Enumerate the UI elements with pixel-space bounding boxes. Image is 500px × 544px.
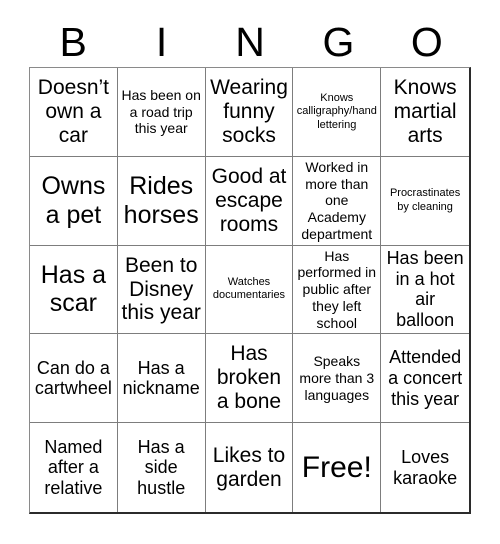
bingo-header-letter-n: N (235, 19, 265, 65)
bingo-cell-label: Can do a cartwheel (34, 357, 112, 399)
bingo-cell[interactable]: Can do a cartwheel (30, 334, 118, 424)
bingo-cell-label: Free! (301, 451, 372, 485)
bingo-cell-label: Owns a pet (41, 172, 106, 229)
bingo-cell[interactable]: Watches documentaries (205, 245, 294, 335)
bingo-cell-label: Rides horses (123, 172, 199, 229)
bingo-cell-label: Has been in a hot air balloon (386, 248, 464, 331)
bingo-cell[interactable]: Loves karaoke (381, 423, 469, 512)
bingo-cell-label: Wearing funny socks (210, 75, 288, 147)
bingo-cell-label: Attended a concert this year (388, 347, 463, 409)
bingo-cell-label: Has a side hustle (137, 436, 186, 498)
bingo-cell[interactable]: Knows calligraphy/hand lettering (293, 68, 382, 157)
bingo-cell-label: Speaks more than 3 languages (299, 353, 375, 403)
bingo-cell[interactable]: Has a scar (30, 245, 118, 335)
bingo-cell[interactable]: Knows martial arts (381, 68, 469, 157)
bingo-cell[interactable]: Owns a pet (30, 156, 118, 246)
bingo-cell[interactable]: Speaks more than 3 languages (293, 334, 382, 424)
bingo-cell-free[interactable]: Free! (293, 423, 382, 512)
bingo-header: B I N G O (29, 18, 471, 67)
bingo-cell-label: Has performed in public after they left … (297, 247, 377, 331)
bingo-cell[interactable]: Attended a concert this year (381, 334, 469, 424)
bingo-cell-label: Has broken a bone (216, 342, 282, 414)
bingo-cell-label: Procrastinates by cleaning (389, 187, 461, 213)
bingo-cell-label: Watches documentaries (212, 276, 286, 302)
bingo-header-letter-g: G (322, 19, 355, 65)
bingo-cell-label: Has been on a road trip this year (121, 86, 201, 137)
bingo-header-letter-o: O (410, 19, 443, 65)
bingo-cell[interactable]: Likes to garden (205, 423, 294, 512)
bingo-cell[interactable]: Been to Disney this year (117, 245, 206, 335)
bingo-cell-label: Has a nickname (122, 357, 200, 399)
bingo-cell[interactable]: Wearing funny socks (205, 68, 294, 157)
bingo-cell-label: Named after a relative (44, 436, 103, 498)
bingo-grid: Doesn’t own a car Has been on a road tri… (29, 67, 471, 514)
bingo-cell[interactable]: Good at escape rooms (205, 156, 294, 246)
bingo-cell[interactable]: Has performed in public after they left … (293, 245, 382, 335)
bingo-header-letter-i: I (155, 19, 168, 65)
bingo-cell-label: Has a scar (40, 260, 107, 318)
bingo-cell[interactable]: Has a side hustle (117, 423, 206, 512)
bingo-cell[interactable]: Has been in a hot air balloon (381, 245, 469, 335)
bingo-cell[interactable]: Worked in more than one Academy departme… (293, 156, 382, 246)
bingo-header-letter-b: B (59, 19, 87, 65)
bingo-cell-label: Doesn’t own a car (37, 75, 109, 147)
bingo-cell-label: Loves karaoke (393, 446, 458, 488)
bingo-cell[interactable]: Rides horses (117, 156, 206, 246)
bingo-cell[interactable]: Has been on a road trip this year (117, 68, 206, 157)
bingo-cell[interactable]: Named after a relative (30, 423, 118, 512)
bingo-cell[interactable]: Has broken a bone (205, 334, 294, 424)
bingo-cell[interactable]: Doesn’t own a car (30, 68, 118, 157)
bingo-cell-label: Knows calligraphy/hand lettering (296, 91, 377, 131)
bingo-cell-label: Likes to garden (212, 443, 286, 491)
bingo-cell-label: Knows martial arts (393, 75, 457, 147)
bingo-cell-label: Been to Disney this year (121, 253, 201, 325)
bingo-cell-label: Worked in more than one Academy departme… (301, 158, 373, 242)
bingo-card: B I N G O Doesn’t own a car Has been on … (0, 0, 500, 544)
bingo-cell[interactable]: Procrastinates by cleaning (381, 156, 469, 246)
bingo-cell-label: Good at escape rooms (211, 164, 287, 236)
bingo-cell[interactable]: Has a nickname (117, 334, 206, 424)
